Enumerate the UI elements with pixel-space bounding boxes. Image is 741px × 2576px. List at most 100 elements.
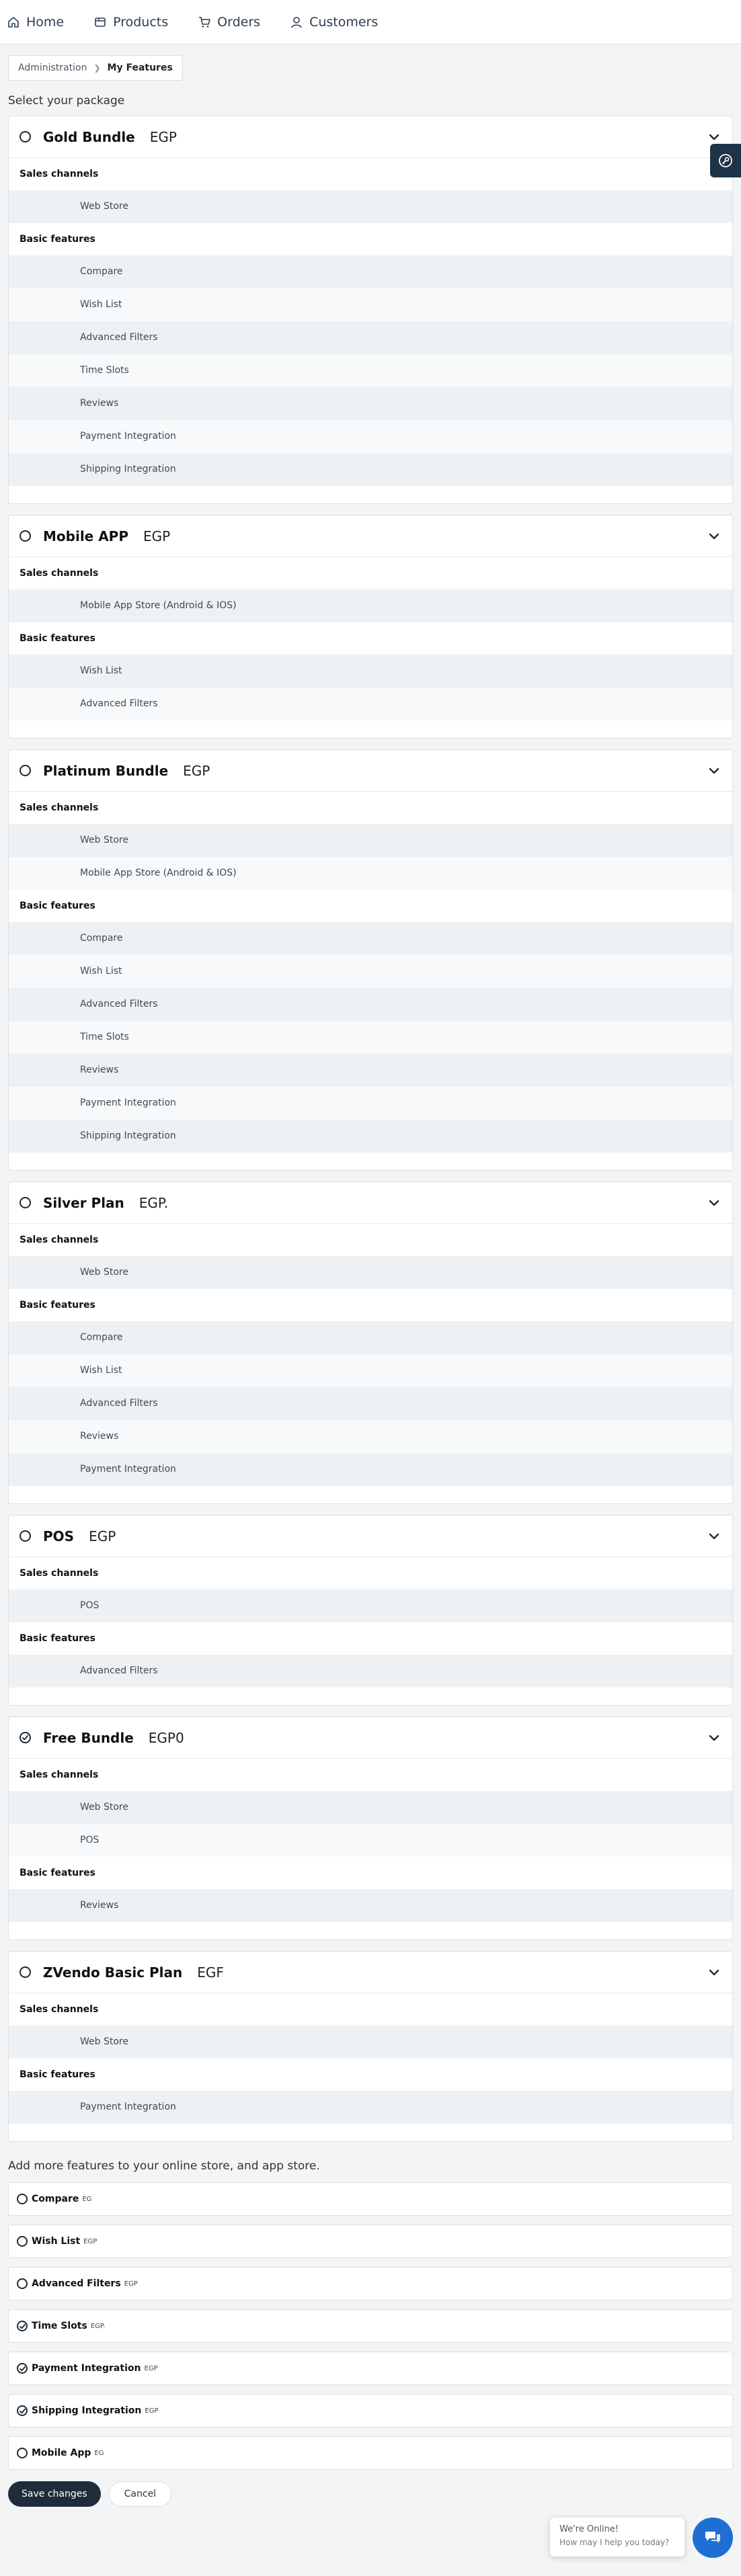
breadcrumb: Administration ❯ My Features xyxy=(8,55,183,81)
feature-row: Compare xyxy=(9,255,732,288)
package-name: POS xyxy=(43,1528,75,1544)
radio-icon[interactable] xyxy=(20,1530,31,1542)
feature-row: Advanced Filters xyxy=(9,1655,732,1688)
radio-icon[interactable] xyxy=(20,530,31,542)
addon-option[interactable]: Advanced Filters EGP xyxy=(8,2267,733,2300)
feature-row: POS xyxy=(9,1589,732,1622)
sales-channels-label: Sales channels xyxy=(20,1568,99,1579)
breadcrumb-current: My Features xyxy=(107,63,173,73)
radio-checked-icon[interactable] xyxy=(17,2321,28,2331)
package-header[interactable]: Silver Plan EGP. xyxy=(9,1182,732,1224)
save-changes-button[interactable]: Save changes xyxy=(8,2481,101,2507)
feature-row: Wish List xyxy=(9,955,732,988)
feature-row: Web Store xyxy=(9,1256,732,1289)
chevron-down-icon[interactable] xyxy=(707,763,722,778)
radio-checked-icon[interactable] xyxy=(17,2363,28,2374)
feature-row: Reviews xyxy=(9,1889,732,1922)
addon-price: EG xyxy=(82,2195,92,2203)
chevron-down-icon[interactable] xyxy=(707,1965,722,1980)
addon-price: EGP xyxy=(144,2364,158,2372)
chevron-down-icon[interactable] xyxy=(707,1196,722,1210)
package-card: Gold Bundle EGP Sales channels Web Store Bas… xyxy=(8,116,733,504)
radio-icon[interactable] xyxy=(20,1966,31,1978)
package-body: Sales channels Web Store POS Basic features… xyxy=(9,1759,732,1940)
chevron-down-icon[interactable] xyxy=(707,1529,722,1544)
addon-option[interactable]: Compare EG xyxy=(8,2182,733,2216)
chat-greeting[interactable]: We're Online! How may I help you today? xyxy=(550,2518,685,2557)
nav-customers[interactable]: Customers xyxy=(290,15,378,30)
cart-icon xyxy=(198,15,211,29)
package-card: POS EGP Sales channels POS Basic features Adv… xyxy=(8,1515,733,1706)
addon-option[interactable]: Mobile App EG xyxy=(8,2436,733,2470)
feature-row: Reviews xyxy=(9,1054,732,1087)
basic-features-label: Basic features xyxy=(20,2069,95,2080)
addon-name: Wish List xyxy=(32,2236,81,2247)
package-price: EGP xyxy=(143,528,171,544)
nav-products[interactable]: Products xyxy=(93,15,168,30)
addon-name: Payment Integration xyxy=(32,2363,141,2374)
products-icon xyxy=(93,15,107,29)
sales-channels-label: Sales channels xyxy=(20,802,99,813)
nav-orders-label: Orders xyxy=(217,14,261,30)
feature-row: Web Store xyxy=(9,2026,732,2059)
package-name: Silver Plan xyxy=(43,1194,124,1211)
package-header[interactable]: ZVendo Basic Plan EGF xyxy=(9,1952,732,1993)
chevron-right-icon: ❯ xyxy=(93,63,101,73)
feature-row: Advanced Filters xyxy=(9,688,732,720)
package-name: ZVendo Basic Plan xyxy=(43,1964,183,1981)
feature-row: Advanced Filters xyxy=(9,1387,732,1420)
feature-row: Shipping Integration xyxy=(9,453,732,486)
radio-checked-icon[interactable] xyxy=(20,1732,31,1743)
sales-channels-label: Sales channels xyxy=(20,2004,99,2015)
package-name: Free Bundle xyxy=(43,1729,134,1746)
package-price: EGP0 xyxy=(148,1729,184,1746)
chevron-down-icon[interactable] xyxy=(707,130,722,144)
nav-home[interactable]: Home xyxy=(7,15,64,30)
side-toggle-button[interactable] xyxy=(710,144,741,177)
addon-option[interactable]: Shipping Integration EGP xyxy=(8,2394,733,2427)
radio-checked-icon[interactable] xyxy=(17,2405,28,2416)
package-body: Sales channels Web Store Mobile App Store … xyxy=(9,792,732,1170)
chevron-down-icon[interactable] xyxy=(707,529,722,544)
package-header[interactable]: Free Bundle EGP0 xyxy=(9,1717,732,1759)
radio-icon[interactable] xyxy=(17,2194,28,2204)
package-body: Sales channels Mobile App Store (Android … xyxy=(9,557,732,738)
cancel-button[interactable]: Cancel xyxy=(108,2481,172,2507)
radio-icon[interactable] xyxy=(20,1197,31,1208)
feature-row: Advanced Filters xyxy=(9,988,732,1021)
addon-option[interactable]: Time Slots EGP. xyxy=(8,2309,733,2343)
package-header[interactable]: Platinum Bundle EGP xyxy=(9,750,732,792)
feature-row: Wish List xyxy=(9,288,732,321)
radio-icon[interactable] xyxy=(17,2448,28,2458)
feature-row: Payment Integration xyxy=(9,1087,732,1120)
feature-row: Mobile App Store (Android & IOS) xyxy=(9,857,732,890)
chevron-down-icon[interactable] xyxy=(707,1731,722,1745)
radio-icon[interactable] xyxy=(17,2278,28,2289)
addon-option[interactable]: Payment Integration EGP xyxy=(8,2352,733,2385)
package-price: EGP. xyxy=(139,1194,169,1211)
package-header[interactable]: POS EGP xyxy=(9,1515,732,1557)
basic-features-label: Basic features xyxy=(20,901,95,911)
addon-name: Advanced Filters xyxy=(32,2278,121,2289)
addon-option[interactable]: Wish List EGP xyxy=(8,2225,733,2258)
sales-channels-label: Sales channels xyxy=(20,1235,99,1245)
chat-launcher-button[interactable] xyxy=(693,2518,733,2558)
addon-name: Shipping Integration xyxy=(32,2405,142,2416)
radio-icon[interactable] xyxy=(20,765,31,776)
package-name: Gold Bundle xyxy=(43,128,135,145)
feature-row: Time Slots xyxy=(9,354,732,387)
package-header[interactable]: Gold Bundle EGP xyxy=(9,116,732,158)
basic-features-label: Basic features xyxy=(20,234,95,245)
sales-channels-label: Sales channels xyxy=(20,1770,99,1780)
nav-orders[interactable]: Orders xyxy=(198,15,260,30)
feature-row: Wish List xyxy=(9,655,732,688)
key-icon xyxy=(719,154,732,167)
package-card: Platinum Bundle EGP Sales channels Web Stor… xyxy=(8,749,733,1171)
package-header[interactable]: Mobile APP EGP xyxy=(9,515,732,557)
radio-icon[interactable] xyxy=(17,2236,28,2247)
addons-title: Add more features to your online store, … xyxy=(8,2159,320,2173)
radio-icon[interactable] xyxy=(20,131,31,142)
feature-row: Mobile App Store (Android & IOS) xyxy=(9,589,732,622)
breadcrumb-administration[interactable]: Administration xyxy=(18,63,87,73)
addon-price: EGP. xyxy=(90,2322,106,2330)
